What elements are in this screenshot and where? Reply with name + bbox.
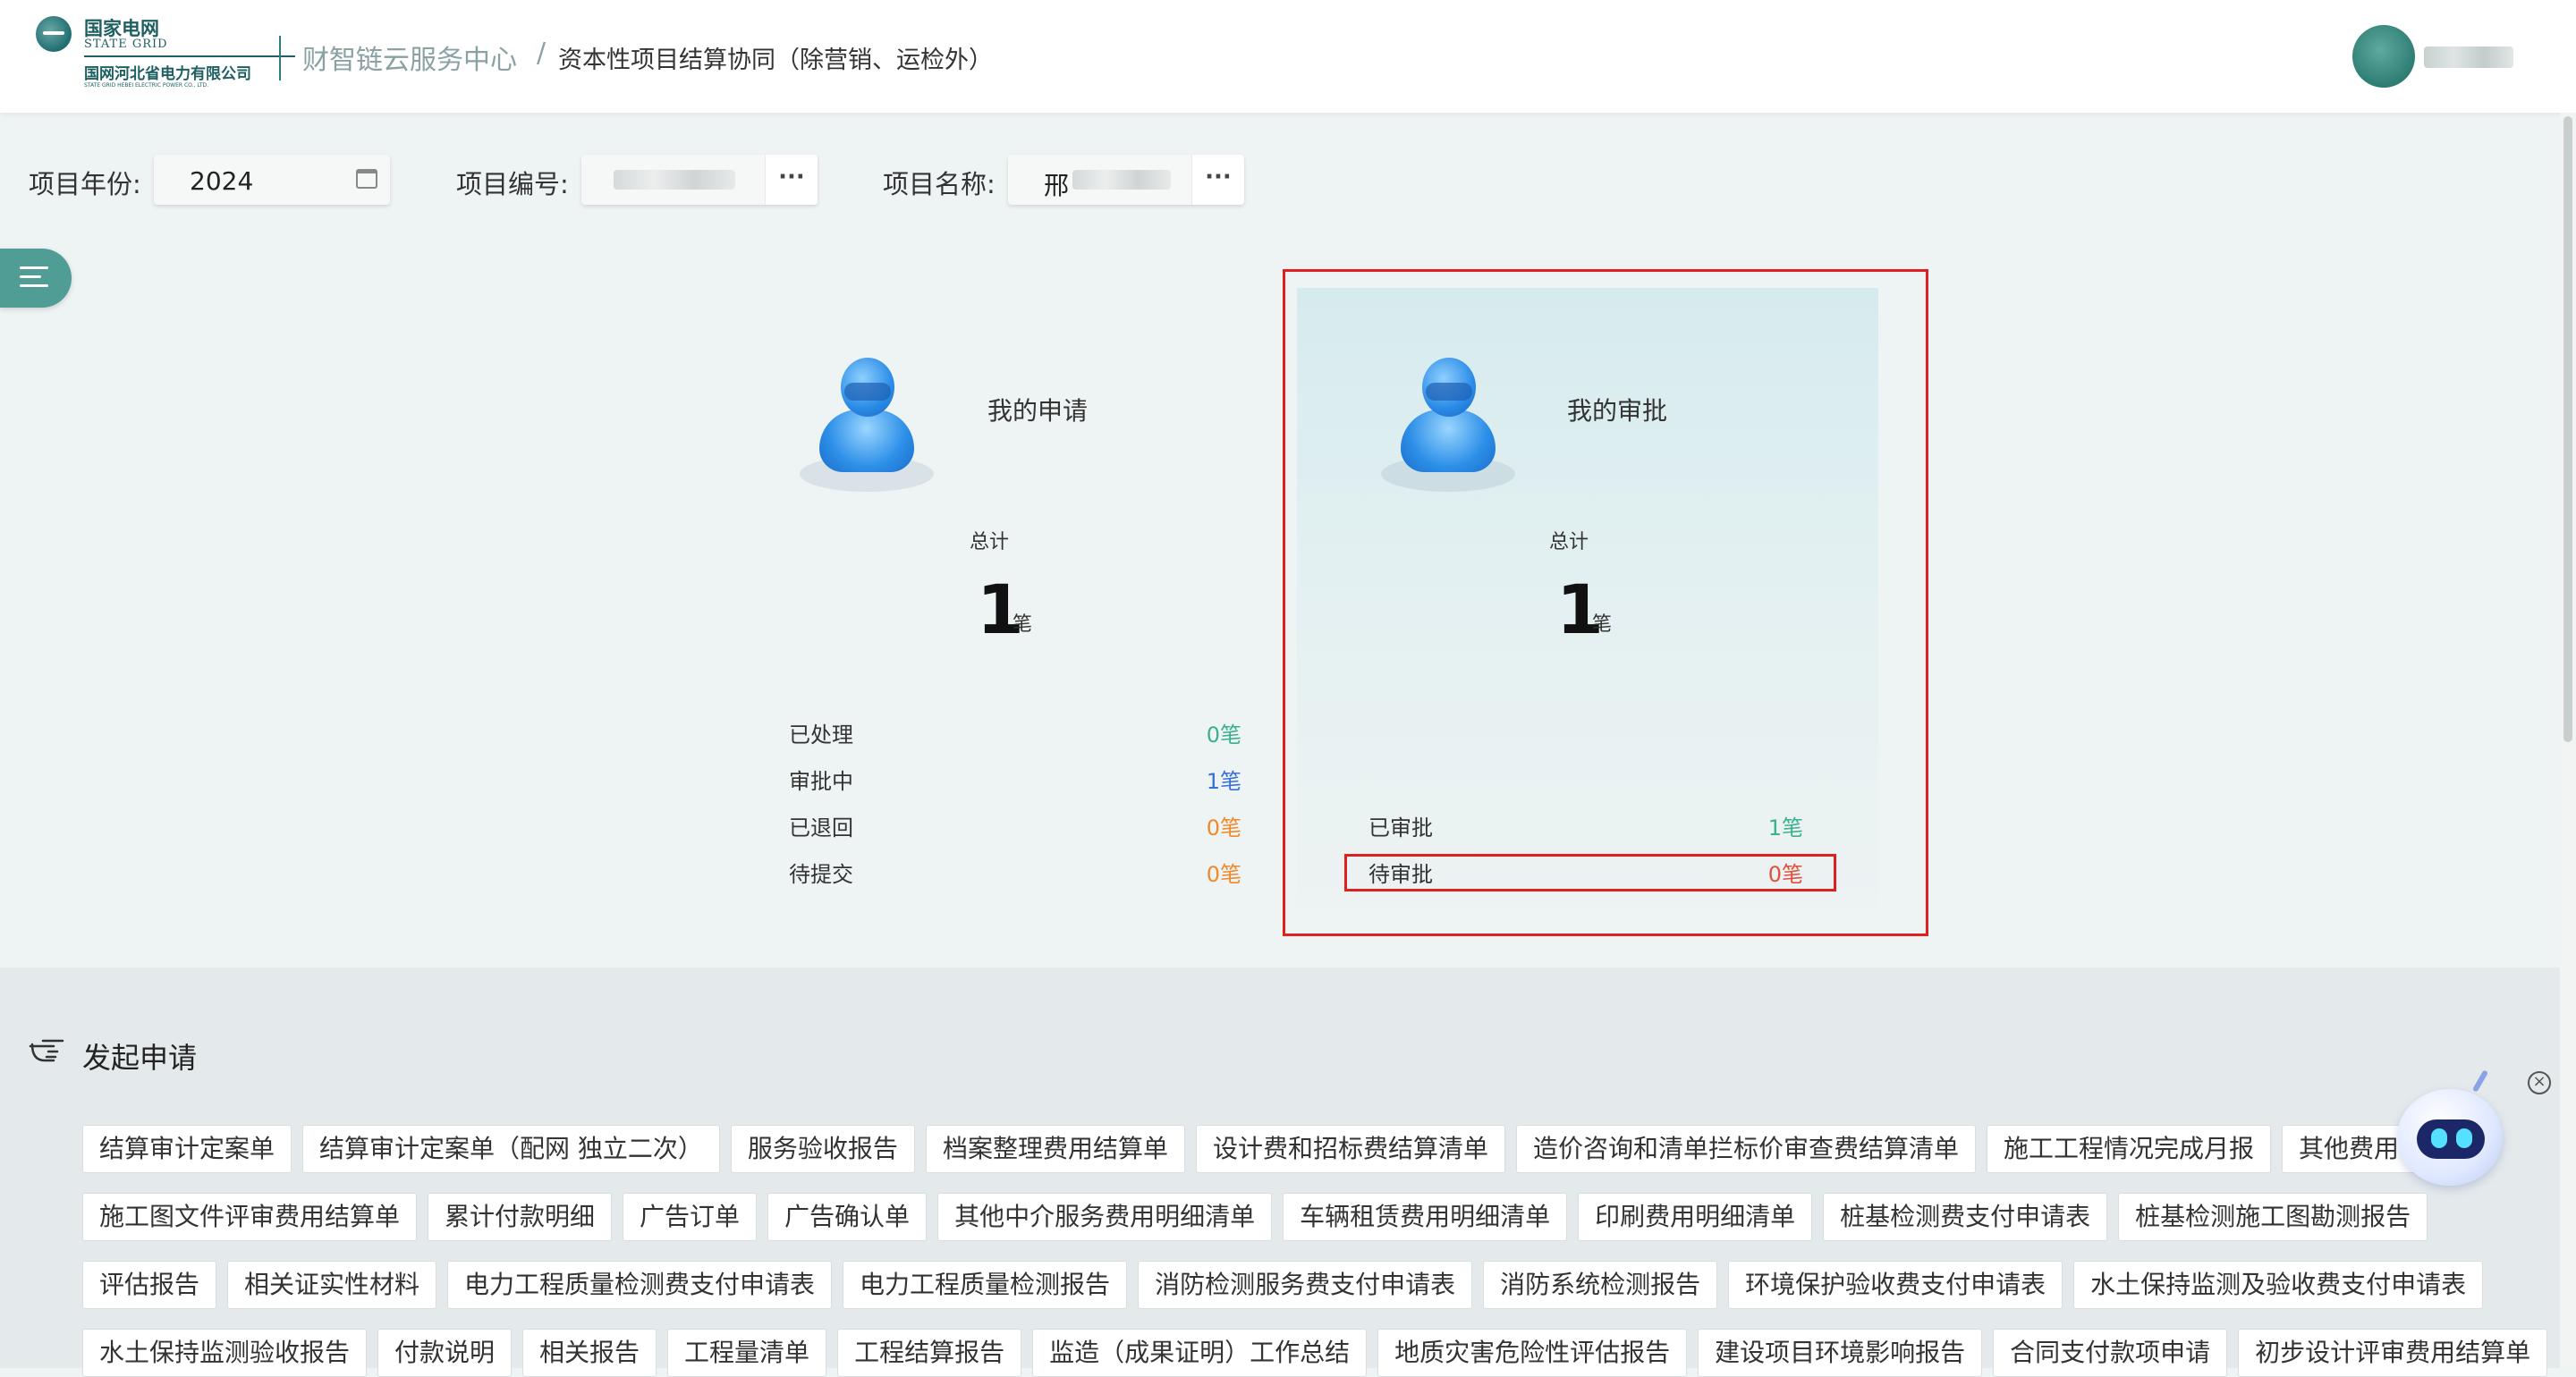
project-year-value: 2024 <box>190 166 254 196</box>
breadcrumb-current: 资本性项目结算协同（除营销、运检外） <box>558 46 993 74</box>
application-type-tag[interactable]: 累计付款明细 <box>428 1193 613 1241</box>
user-avatar[interactable] <box>2352 25 2415 88</box>
application-type-tag[interactable]: 工程结算报告 <box>837 1329 1022 1377</box>
application-type-row: 水土保持监测验收报告 付款说明 相关报告 工程量清单 工程结算报告 监造（成果证… <box>82 1329 2548 1377</box>
application-type-tag[interactable]: 结算审计定案单 <box>82 1125 292 1173</box>
application-type-tag[interactable]: 消防检测服务费支付申请表 <box>1138 1261 1473 1309</box>
project-code-label: 项目编号: <box>456 169 569 199</box>
menu-icon <box>20 266 48 269</box>
application-type-row: 评估报告 相关证实性材料 电力工程质量检测费支付申请表 电力工程质量检测报告 消… <box>82 1261 2484 1309</box>
application-type-tag[interactable]: 付款说明 <box>377 1329 513 1377</box>
sidebar-toggle-button[interactable] <box>0 249 72 308</box>
project-name-label: 项目名称: <box>883 169 996 199</box>
application-type-tag[interactable]: 评估报告 <box>82 1261 217 1309</box>
project-name-more-button[interactable]: ··· <box>1191 155 1244 205</box>
stat-returned-label: 已退回 <box>789 815 853 841</box>
top-header: 国家电网 STATE GRID 国网河北省电力有限公司 STATE GRID H… <box>0 0 2576 113</box>
user-name-redacted[interactable] <box>2424 46 2513 68</box>
stat-in-approval-label: 审批中 <box>789 769 853 794</box>
project-year-picker[interactable]: 2024 <box>154 155 390 205</box>
application-type-tag[interactable]: 工程量清单 <box>667 1329 827 1377</box>
stat-processed-label: 已处理 <box>789 722 853 748</box>
application-type-tag[interactable]: 广告订单 <box>623 1193 758 1241</box>
robot-face <box>2417 1119 2485 1159</box>
robot-antenna <box>2471 1069 2489 1093</box>
person-icon <box>800 358 934 492</box>
project-code-more-button[interactable]: ··· <box>765 155 818 205</box>
project-name-redacted <box>1072 170 1171 190</box>
logo-divider <box>84 55 295 57</box>
menu-icon-line <box>20 275 41 278</box>
logo-en-text: STATE GRID <box>84 38 168 51</box>
assistant-robot-button[interactable] <box>2388 1069 2513 1195</box>
pointing-hand-icon <box>29 1039 64 1062</box>
project-code-field[interactable]: ··· <box>581 155 818 205</box>
stat-to-submit-label: 待提交 <box>789 862 853 887</box>
application-type-tag[interactable]: 环境保护验收费支付申请表 <box>1728 1261 2063 1309</box>
breadcrumb-separator: / <box>537 38 547 69</box>
application-type-tag[interactable]: 水土保持监测验收报告 <box>82 1329 368 1377</box>
robot-eye <box>2431 1128 2447 1148</box>
application-type-tag[interactable]: 桩基检测施工图勘测报告 <box>2118 1193 2428 1241</box>
stat-returned-value[interactable]: 0笔 <box>1120 810 1241 841</box>
state-grid-emblem-icon <box>36 16 72 52</box>
application-type-tag[interactable]: 设计费和招标费结算清单 <box>1195 1125 1505 1173</box>
project-code-redacted <box>614 170 735 190</box>
project-year-label: 项目年份: <box>29 169 141 199</box>
application-type-tag[interactable]: 档案整理费用结算单 <box>925 1125 1185 1173</box>
application-type-tag[interactable]: 印刷费用明细清单 <box>1578 1193 1813 1241</box>
initiate-section-title: 发起申请 <box>82 1041 198 1075</box>
total-unit: 笔 <box>1013 613 1033 636</box>
application-type-tag[interactable]: 消防系统检测报告 <box>1483 1261 1718 1309</box>
application-type-tag[interactable]: 电力工程质量检测报告 <box>843 1261 1128 1309</box>
application-type-tag[interactable]: 施工图文件评审费用结算单 <box>82 1193 418 1241</box>
robot-eye <box>2456 1128 2472 1148</box>
application-type-tag[interactable]: 相关报告 <box>522 1329 657 1377</box>
menu-icon-line <box>20 284 48 287</box>
application-type-tag[interactable]: 广告确认单 <box>767 1193 928 1241</box>
application-type-tag[interactable]: 初步设计评审费用结算单 <box>2238 1329 2548 1377</box>
application-type-tag[interactable]: 电力工程质量检测费支付申请表 <box>447 1261 833 1309</box>
calendar-icon[interactable] <box>356 169 377 189</box>
application-type-tag[interactable]: 水土保持监测及验收费支付申请表 <box>2073 1261 2484 1309</box>
application-type-tag[interactable]: 地质灾害危险性评估报告 <box>1377 1329 1688 1377</box>
breadcrumb-home[interactable]: 财智链云服务中心 <box>302 38 517 77</box>
application-type-tag[interactable]: 桩基检测费支付申请表 <box>1823 1193 2108 1241</box>
application-type-tag[interactable]: 建设项目环境影响报告 <box>1698 1329 1983 1377</box>
application-type-tag[interactable]: 车辆租赁费用明细清单 <box>1283 1193 1568 1241</box>
project-name-field[interactable]: 邢 ··· <box>1008 155 1244 205</box>
application-type-tag[interactable]: 相关证实性材料 <box>227 1261 437 1309</box>
application-type-tag[interactable]: 其他中介服务费用明细清单 <box>937 1193 1273 1241</box>
annotation-highlight-box <box>1283 269 1928 936</box>
application-type-tag[interactable]: 服务验收报告 <box>730 1125 915 1173</box>
stat-to-submit-value[interactable]: 0笔 <box>1120 857 1241 888</box>
project-name-prefix: 邢 <box>1044 171 1070 200</box>
state-grid-logo[interactable]: 国家电网 STATE GRID 国网河北省电力有限公司 STATE GRID H… <box>32 13 295 89</box>
annotation-highlight-row <box>1344 854 1836 891</box>
stat-in-approval-value[interactable]: 1笔 <box>1120 764 1241 795</box>
application-type-tag[interactable]: 监造（成果证明）工作总结 <box>1032 1329 1368 1377</box>
application-type-row: 施工图文件评审费用结算单 累计付款明细 广告订单 广告确认单 其他中介服务费用明… <box>82 1193 2428 1241</box>
page-scrollbar-thumb[interactable] <box>2563 116 2572 742</box>
application-type-tag[interactable]: 造价咨询和清单拦标价审查费结算清单 <box>1515 1125 1976 1173</box>
application-type-row: 结算审计定案单 结算审计定案单（配网 独立二次） 服务验收报告 档案整理费用结算… <box>82 1125 2442 1173</box>
my-application-card[interactable]: 我的申请 总计 1 笔 已处理 0笔 审批中 1笔 已退回 0笔 待提交 0笔 <box>735 288 1317 932</box>
header-divider <box>279 36 281 80</box>
total-label: 总计 <box>970 531 1010 553</box>
stat-processed-value[interactable]: 0笔 <box>1120 717 1241 748</box>
logo-company-text: 国网河北省电力有限公司 <box>84 65 251 83</box>
my-application-title: 我的申请 <box>987 396 1089 426</box>
application-type-tag[interactable]: 合同支付款项申请 <box>1993 1329 2228 1377</box>
application-type-tag[interactable]: 施工工程情况完成月报 <box>1986 1125 2271 1173</box>
application-type-tag[interactable]: 结算审计定案单（配网 独立二次） <box>302 1125 720 1173</box>
assistant-close-icon[interactable]: × <box>2528 1071 2551 1094</box>
logo-company-en-text: STATE GRID HEBEI ELECTRIC POWER CO., LTD… <box>84 82 209 89</box>
